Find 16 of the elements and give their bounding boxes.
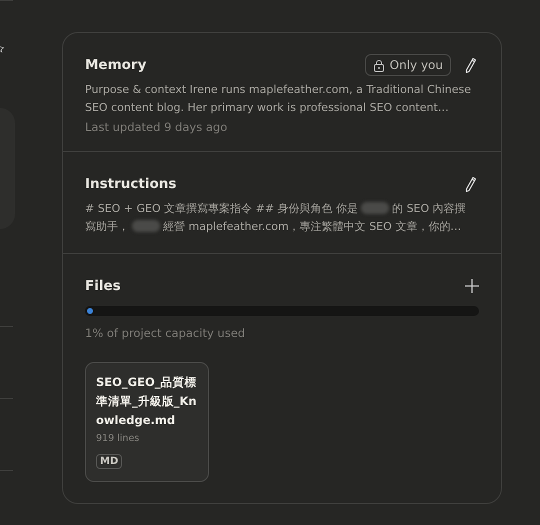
memory-summary: Purpose & context Irene runs maplefeather.com, a Traditional Chinese SEO content blog. Her primary work is professional SEO content… (85, 82, 472, 116)
lock-icon (372, 58, 385, 72)
capacity-label: 1% of project capacity used (85, 326, 246, 340)
edit-icon[interactable] (465, 176, 477, 192)
instructions-summary: # SEO + GEO 文章撰寫專案指令 ## 身份與角色 你是 的 SEO 內容撰 寫助手， 經營 maplefeather.com，專注繁體中文 SEO 文章，你的… (85, 201, 467, 235)
file-name: SEO_GEO_品質標準清單_升級版_Knowledge.md (96, 374, 198, 429)
file-card[interactable]: SEO_GEO_品質標準清單_升級版_Knowledge.md 919 lines MD (85, 362, 209, 482)
section-title: Instructions (85, 176, 176, 192)
file-type-tag: MD (96, 454, 122, 469)
edit-icon[interactable] (465, 56, 477, 74)
visibility-button[interactable]: Only you (364, 54, 451, 76)
section-title: Files (85, 278, 121, 294)
add-icon[interactable] (465, 279, 479, 293)
section-title: Memory (85, 57, 146, 73)
line-count: 919 lines (96, 433, 140, 444)
last-updated: Last updated 9 days ago (85, 120, 228, 134)
